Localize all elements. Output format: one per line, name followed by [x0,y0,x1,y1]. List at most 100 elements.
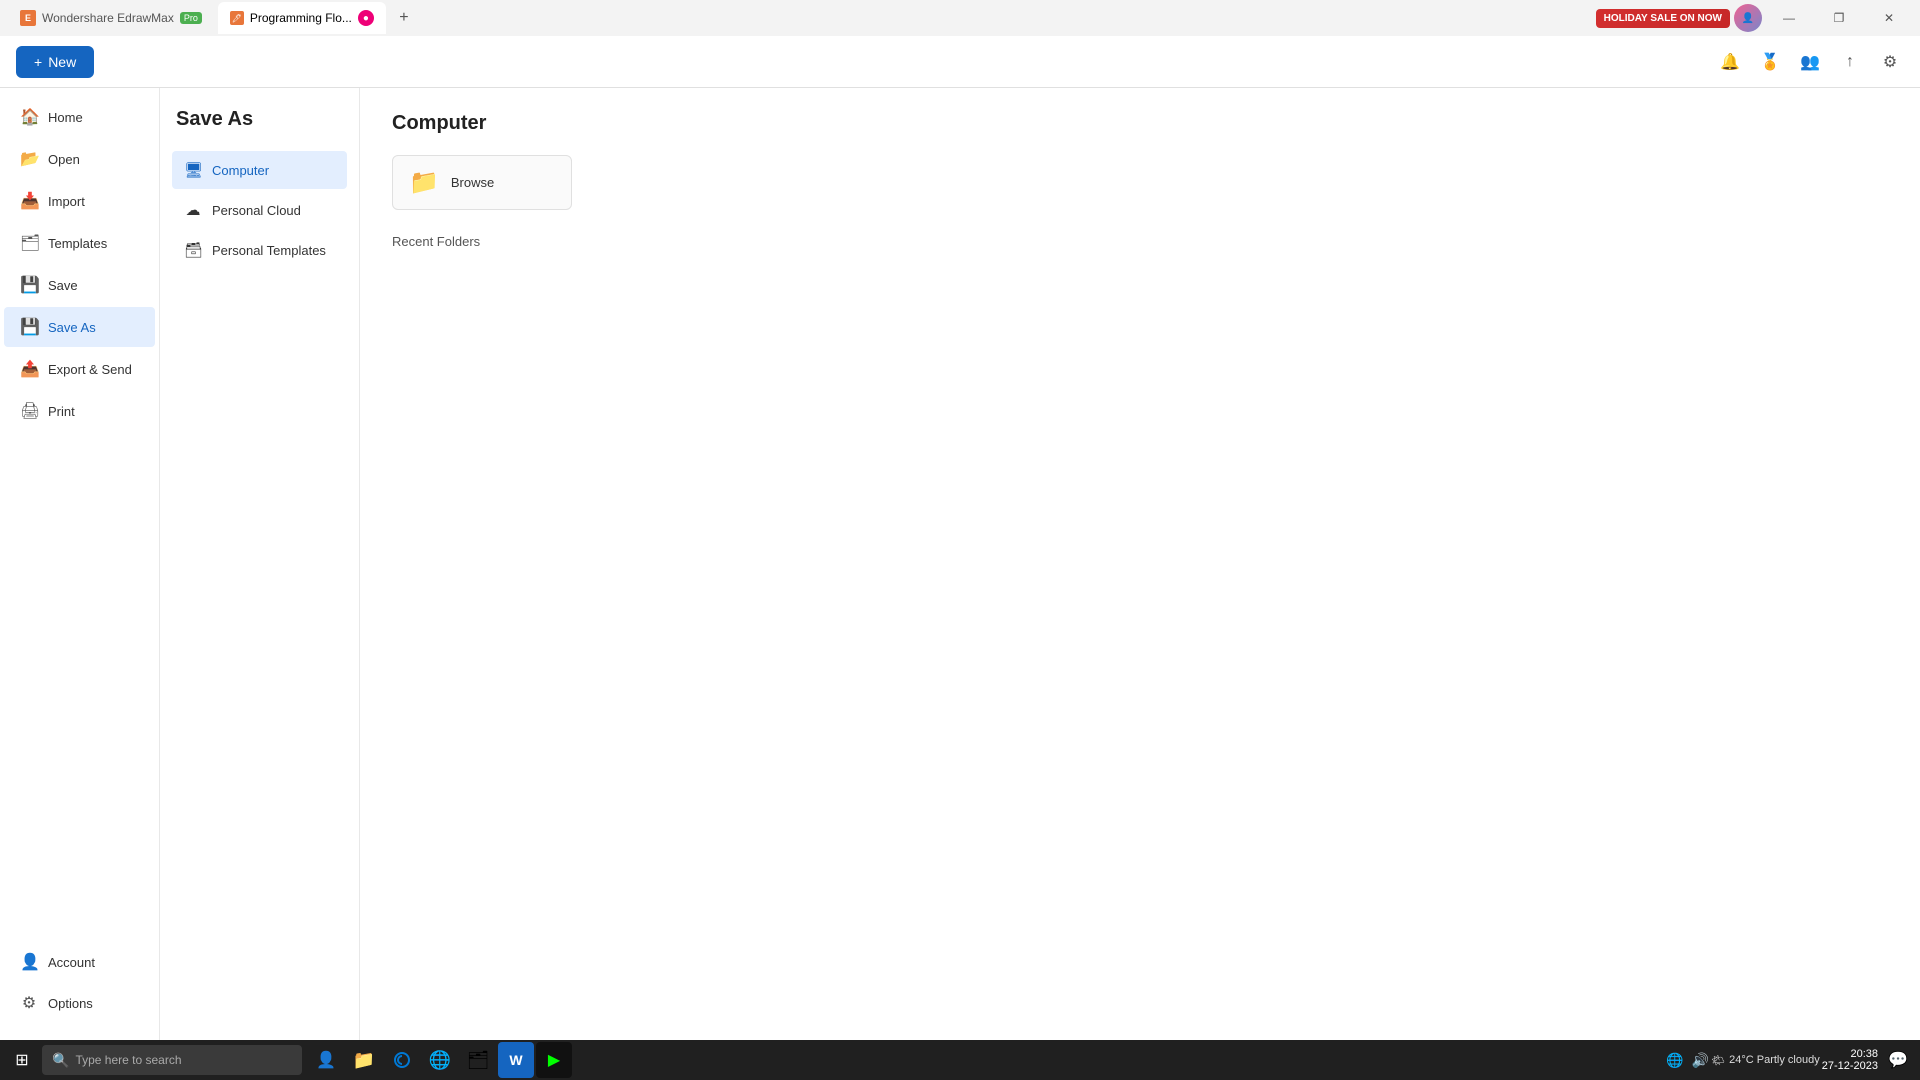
taskbar-person-icon[interactable]: 👤 [308,1042,344,1078]
content-title: Computer [392,112,1888,135]
app-tab-edrawmax[interactable]: E Wondershare EdrawMax Pro [8,2,214,34]
browse-label: Browse [451,175,494,190]
export-icon: 📤 [20,359,38,379]
taskbar-terminal-icon[interactable]: ▶ [536,1042,572,1078]
middle-panel: Save As 🖥 Computer ☁ Personal Cloud 🗃 Pe… [160,88,360,1040]
sidebar-item-export-send[interactable]: 📤 Export & Send [4,349,155,389]
share-icon[interactable]: ↑ [1836,48,1864,76]
restore-btn[interactable]: ❐ [1816,2,1862,34]
titlebar-controls: HOLIDAY SALE ON NOW 👤 — ❐ ✕ [1596,2,1912,34]
user-avatar[interactable]: 👤 [1734,4,1762,32]
volume-icon[interactable]: 🔊 [1692,1052,1709,1069]
browse-card[interactable]: 📁 Browse [392,155,572,210]
sidebar-save-label: Save [48,278,78,293]
options-icon: ⚙ [20,993,38,1013]
taskbar-search-box[interactable]: 🔍 Type here to search [42,1045,302,1075]
minimize-btn[interactable]: — [1766,2,1812,34]
sidebar-item-save-as[interactable]: 💾 Save As [4,307,155,347]
save-icon: 💾 [20,275,38,295]
print-icon: 🖨 [20,401,38,421]
taskbar-chrome-icon[interactable]: 🌐 [422,1042,458,1078]
sidebar-import-label: Import [48,194,85,209]
taskbar-app-icons: 👤 📁 🌐 🗂 W ▶ [308,1042,572,1078]
taskbar-weather[interactable]: 🌤 24°C Partly cloudy [1711,1054,1820,1067]
home-icon: 🏠 [20,107,38,127]
sidebar-print-label: Print [48,404,75,419]
app-body: 🏠 Home 📂 Open 📥 Import 🗂 Templates 💾 Sav… [0,88,1920,1040]
edrawmax-app-icon: E [20,10,36,26]
new-label: New [48,54,76,70]
weather-icon: 🌤 [1711,1054,1725,1067]
sidebar-home-label: Home [48,110,83,125]
sidebar-templates-label: Templates [48,236,107,251]
sidebar-item-options[interactable]: ⚙ Options [4,983,155,1023]
toolbar-icons: 🔔 🏅 👥 ↑ ⚙ [1716,48,1904,76]
taskbar-edge-icon[interactable] [384,1042,420,1078]
add-tab-btn[interactable]: + [390,4,418,32]
taskbar-notification-btn[interactable]: 💬 [1880,1042,1916,1078]
sidebar-item-account[interactable]: 👤 Account [4,942,155,982]
sidebar-item-home[interactable]: 🏠 Home [4,97,155,137]
doc-tab-label: Programming Flo... [250,11,352,25]
new-icon: + [34,54,42,70]
sidebar-item-save[interactable]: 💾 Save [4,265,155,305]
sidebar-export-label: Export & Send [48,362,132,377]
import-icon: 📥 [20,191,38,211]
subnav-personal-templates[interactable]: 🗃 Personal Templates [172,231,347,269]
sidebar-save-as-label: Save As [48,320,96,335]
save-as-icon: 💾 [20,317,38,337]
sidebar-item-print[interactable]: 🖨 Print [4,391,155,431]
templates-icon: 🗂 [20,233,38,253]
subnav-cloud-label: Personal Cloud [212,203,301,218]
upgrade-icon[interactable]: 🏅 [1756,48,1784,76]
network-icon[interactable]: 🌐 [1666,1052,1683,1069]
clock-date: 27-12-2023 [1822,1060,1878,1072]
sidebar-options-label: Options [48,996,93,1011]
doc-tab-active[interactable]: 🖊 Programming Flo... ● [218,2,386,34]
subnav-computer-label: Computer [212,163,269,178]
computer-icon: 🖥 [184,161,202,179]
weather-text: 24°C Partly cloudy [1729,1054,1820,1066]
sidebar-item-import[interactable]: 📥 Import [4,181,155,221]
taskbar-explorer-icon[interactable]: 📁 [346,1042,382,1078]
start-button[interactable]: ⊞ [4,1042,40,1078]
sidebar-item-templates[interactable]: 🗂 Templates [4,223,155,263]
subnav-personal-cloud[interactable]: ☁ Personal Cloud [172,191,347,229]
toolbar: + New 🔔 🏅 👥 ↑ ⚙ [0,36,1920,88]
sidebar-open-label: Open [48,152,80,167]
taskbar: ⊞ 🔍 Type here to search 👤 📁 🌐 🗂 W ▶ 🌐 🔊 … [0,1040,1920,1080]
taskbar-sys-icons: 🌐 🔊 [1666,1052,1709,1069]
account-icon: 👤 [20,952,38,972]
sidebar-account-label: Account [48,955,95,970]
titlebar: E Wondershare EdrawMax Pro 🖊 Programming… [0,0,1920,36]
subnav-computer[interactable]: 🖥 Computer [172,151,347,189]
recent-folders-title: Recent Folders [392,234,1888,249]
personal-templates-icon: 🗃 [184,241,202,259]
app-tab-label: Wondershare EdrawMax [42,11,174,25]
taskbar-clock[interactable]: 20:38 27-12-2023 [1822,1048,1878,1072]
holiday-sale-btn[interactable]: HOLIDAY SALE ON NOW [1596,9,1730,28]
new-button[interactable]: + New [16,46,94,78]
browse-folder-icon: 📁 [409,168,439,197]
sidebar-bottom: 👤 Account ⚙ Options [0,941,159,1032]
taskbar-files-icon[interactable]: 🗂 [460,1042,496,1078]
middle-panel-title: Save As [172,108,347,131]
doc-tab-icon: 🖊 [230,11,244,25]
close-btn[interactable]: ✕ [1866,2,1912,34]
taskbar-search-placeholder: Type here to search [75,1053,181,1067]
subnav-templates-label: Personal Templates [212,243,326,258]
cloud-icon: ☁ [184,201,202,219]
clock-time: 20:38 [1822,1048,1878,1060]
taskbar-word-icon[interactable]: W [498,1042,534,1078]
notification-icon[interactable]: 🔔 [1716,48,1744,76]
pro-badge: Pro [180,12,202,24]
tab-close-btn[interactable]: ● [358,10,374,26]
sidebar: 🏠 Home 📂 Open 📥 Import 🗂 Templates 💾 Sav… [0,88,160,1040]
content-area: Computer 📁 Browse Recent Folders [360,88,1920,1040]
settings-icon[interactable]: ⚙ [1876,48,1904,76]
titlebar-tabs: E Wondershare EdrawMax Pro 🖊 Programming… [8,2,418,34]
open-icon: 📂 [20,149,38,169]
search-icon: 🔍 [52,1052,69,1069]
sidebar-item-open[interactable]: 📂 Open [4,139,155,179]
community-icon[interactable]: 👥 [1796,48,1824,76]
